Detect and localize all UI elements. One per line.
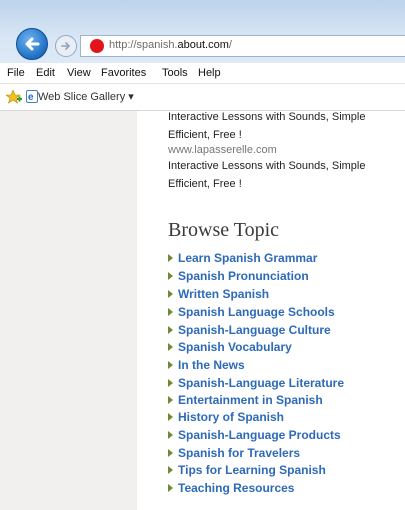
browse-topic-heading: Browse Topic	[168, 219, 279, 241]
menu-file[interactable]: File	[7, 67, 25, 79]
back-button[interactable]	[16, 28, 48, 60]
menu-bar: File Edit View Favorites Tools Help	[0, 63, 405, 84]
bullet-arrow-icon	[168, 343, 173, 351]
topic-link-teaching-resources[interactable]: Teaching Resources	[168, 480, 294, 496]
topic-link-history-of-spanish[interactable]: History of Spanish	[168, 409, 284, 425]
topic-link-in-the-news[interactable]: In the News	[168, 357, 245, 373]
bullet-arrow-icon	[168, 361, 173, 369]
forward-arrow-icon	[61, 42, 70, 50]
bullet-arrow-icon	[168, 308, 173, 316]
bullet-arrow-icon	[168, 484, 173, 492]
bullet-arrow-icon	[168, 379, 173, 387]
menu-favorites[interactable]: Favorites	[101, 67, 146, 79]
site-favicon-icon	[90, 39, 104, 53]
topic-link-spanish-for-travelers[interactable]: Spanish for Travelers	[168, 445, 300, 461]
address-bar[interactable]: http://spanish.about.com/	[80, 35, 405, 57]
menu-edit[interactable]: Edit	[36, 67, 55, 79]
topic-link-learn-spanish-grammar[interactable]: Learn Spanish Grammar	[168, 250, 317, 266]
bullet-arrow-icon	[168, 413, 173, 421]
bullet-arrow-icon	[168, 254, 173, 262]
bullet-arrow-icon	[168, 466, 173, 474]
topic-link-spanish-vocabulary[interactable]: Spanish Vocabulary	[168, 339, 292, 355]
topic-link-tips-for-learning-spanish[interactable]: Tips for Learning Spanish	[168, 462, 326, 478]
browser-titlebar: http://spanish.about.com/	[0, 0, 405, 63]
bullet-arrow-icon	[168, 431, 173, 439]
back-arrow-icon	[25, 37, 40, 51]
url-text: http://spanish.about.com/	[109, 39, 232, 51]
ad-description[interactable]: Interactive Lessons with Sounds, Simple	[168, 160, 366, 172]
bullet-arrow-icon	[168, 449, 173, 457]
favorites-bar: e Web Slice Gallery ▾	[0, 84, 405, 111]
bullet-arrow-icon	[168, 396, 173, 404]
bullet-arrow-icon	[168, 290, 173, 298]
svg-text:e: e	[28, 92, 34, 103]
favorites-star-icon[interactable]	[6, 90, 22, 104]
topic-link-written-spanish[interactable]: Written Spanish	[168, 286, 269, 302]
page-content: Interactive Lessons with Sounds, Simple …	[137, 111, 405, 510]
web-slice-gallery-link[interactable]: Web Slice Gallery ▾	[38, 90, 134, 103]
topic-link-spanish-language-products[interactable]: Spanish-Language Products	[168, 427, 341, 443]
ad-url[interactable]: www.lapasserelle.com	[168, 144, 277, 156]
ad-description[interactable]: Efficient, Free !	[168, 178, 242, 190]
menu-tools[interactable]: Tools	[162, 67, 188, 79]
ad-description[interactable]: Interactive Lessons with Sounds, Simple	[168, 111, 366, 123]
menu-help[interactable]: Help	[198, 67, 221, 79]
bullet-arrow-icon	[168, 272, 173, 280]
topic-link-spanish-pronunciation[interactable]: Spanish Pronunciation	[168, 268, 309, 284]
ad-description[interactable]: Efficient, Free !	[168, 129, 242, 141]
topic-link-spanish-language-literature[interactable]: Spanish-Language Literature	[168, 375, 344, 391]
topic-link-spanish-language-schools[interactable]: Spanish Language Schools	[168, 304, 335, 320]
menu-view[interactable]: View	[67, 67, 91, 79]
forward-button[interactable]	[55, 35, 77, 57]
topic-link-entertainment-in-spanish[interactable]: Entertainment in Spanish	[168, 392, 323, 408]
web-slice-icon: e	[26, 90, 38, 103]
topic-link-spanish-language-culture[interactable]: Spanish-Language Culture	[168, 322, 331, 338]
bullet-arrow-icon	[168, 326, 173, 334]
page-left-gutter	[0, 111, 137, 510]
